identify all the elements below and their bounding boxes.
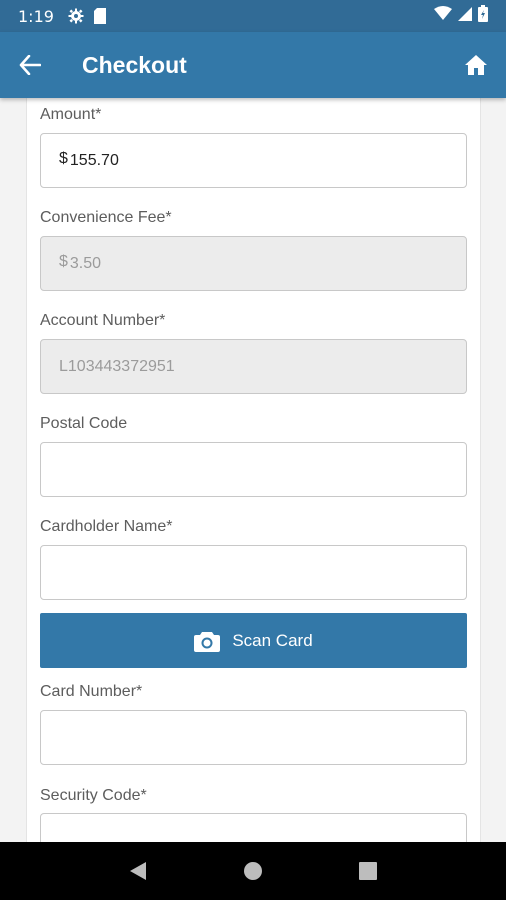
back-arrow-icon — [19, 55, 41, 75]
convenience-fee-field: $ 3.50 — [40, 236, 467, 291]
scan-card-label: Scan Card — [232, 630, 313, 650]
gear-icon — [68, 8, 84, 24]
amount-label: Amount* — [40, 106, 102, 123]
scan-card-button[interactable]: Scan Card — [40, 613, 467, 668]
nav-recents-button[interactable] — [348, 851, 388, 891]
status-bar: 1:19 — [0, 0, 506, 32]
amount-value: 155.70 — [69, 151, 119, 169]
page-title: Checkout — [82, 51, 187, 78]
cardholder-name-input[interactable] — [40, 545, 467, 600]
nav-home-button[interactable] — [233, 851, 273, 891]
account-number-label: Account Number* — [40, 312, 166, 329]
status-time: 1:19 — [18, 6, 54, 26]
account-number-value: L103443372951 — [59, 357, 175, 375]
home-button[interactable] — [446, 32, 506, 98]
circle-home-icon — [243, 862, 262, 880]
postal-code-label: Postal Code — [40, 415, 128, 432]
back-button[interactable] — [0, 32, 60, 98]
app-bar: Checkout — [0, 32, 506, 98]
cardholder-name-label: Cardholder Name* — [40, 518, 173, 535]
square-recents-icon — [359, 862, 378, 880]
system-nav-bar — [0, 842, 506, 900]
nav-back-button[interactable] — [118, 851, 158, 891]
card-number-input[interactable] — [40, 710, 467, 765]
triangle-back-icon — [129, 862, 146, 880]
camera-icon — [194, 630, 221, 652]
postal-code-input[interactable] — [40, 442, 467, 497]
home-icon — [465, 55, 487, 75]
battery-icon — [478, 5, 488, 27]
convenience-fee-label: Convenience Fee* — [40, 209, 172, 226]
amount-input[interactable]: $ 155.70 — [40, 133, 467, 188]
wifi-icon — [434, 6, 452, 26]
fee-currency: $ — [59, 252, 68, 270]
signal-icon — [458, 6, 472, 26]
account-number-field: L103443372951 — [40, 339, 467, 394]
amount-currency: $ — [59, 149, 68, 167]
security-code-input[interactable] — [40, 813, 467, 842]
sd-card-icon — [93, 8, 107, 24]
security-code-label: Security Code* — [40, 787, 147, 804]
card-number-label: Card Number* — [40, 683, 143, 700]
fee-value: 3.50 — [69, 254, 102, 272]
